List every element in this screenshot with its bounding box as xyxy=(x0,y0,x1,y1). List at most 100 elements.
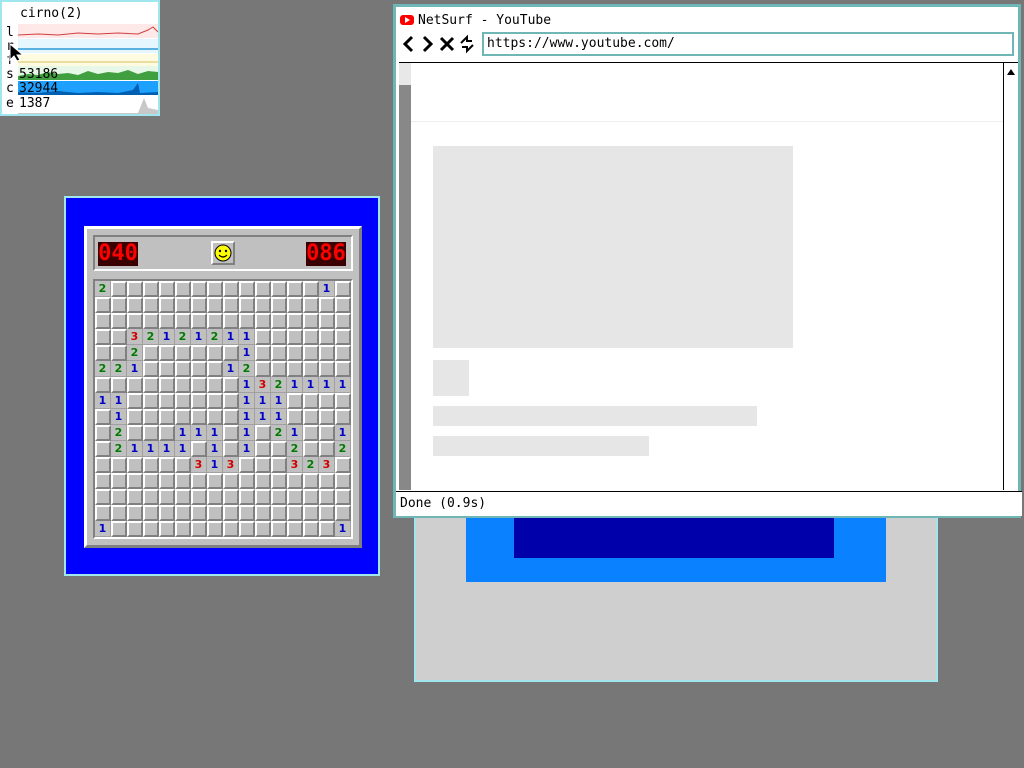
revealed-cell-3[interactable]: 3 xyxy=(319,457,335,473)
revealed-cell-1[interactable]: 1 xyxy=(191,425,207,441)
hidden-cell[interactable] xyxy=(319,489,335,505)
hidden-cell[interactable] xyxy=(287,361,303,377)
hidden-cell[interactable] xyxy=(175,409,191,425)
revealed-cell-2[interactable]: 2 xyxy=(207,329,223,345)
revealed-cell-3[interactable]: 3 xyxy=(287,457,303,473)
revealed-cell-1[interactable]: 1 xyxy=(303,377,319,393)
minefield-grid[interactable]: 2132121211212211213211111111111112111121… xyxy=(93,279,353,539)
hidden-cell[interactable] xyxy=(111,329,127,345)
smiley-reset-button[interactable] xyxy=(211,241,235,265)
hidden-cell[interactable] xyxy=(143,361,159,377)
hidden-cell[interactable] xyxy=(255,345,271,361)
hidden-cell[interactable] xyxy=(255,281,271,297)
hidden-cell[interactable] xyxy=(175,489,191,505)
hidden-cell[interactable] xyxy=(175,345,191,361)
hidden-cell[interactable] xyxy=(303,441,319,457)
hidden-cell[interactable] xyxy=(111,521,127,537)
hidden-cell[interactable] xyxy=(159,313,175,329)
revealed-cell-2[interactable]: 2 xyxy=(95,281,111,297)
hidden-cell[interactable] xyxy=(287,329,303,345)
vertical-scrollbar[interactable] xyxy=(1003,62,1018,490)
back-button[interactable] xyxy=(400,34,418,54)
hidden-cell[interactable] xyxy=(319,521,335,537)
hidden-cell[interactable] xyxy=(271,489,287,505)
hidden-cell[interactable] xyxy=(95,425,111,441)
hidden-cell[interactable] xyxy=(143,409,159,425)
revealed-cell-1[interactable]: 1 xyxy=(271,393,287,409)
hidden-cell[interactable] xyxy=(143,489,159,505)
hidden-cell[interactable] xyxy=(223,425,239,441)
hidden-cell[interactable] xyxy=(111,345,127,361)
hidden-cell[interactable] xyxy=(95,329,111,345)
minesweeper-window[interactable]: 040 086 21321212112122112132111111111111… xyxy=(64,196,380,576)
hidden-cell[interactable] xyxy=(223,281,239,297)
revealed-cell-1[interactable]: 1 xyxy=(175,425,191,441)
revealed-cell-2[interactable]: 2 xyxy=(271,377,287,393)
hidden-cell[interactable] xyxy=(255,297,271,313)
hidden-cell[interactable] xyxy=(95,441,111,457)
hidden-cell[interactable] xyxy=(223,297,239,313)
hidden-cell[interactable] xyxy=(111,505,127,521)
hidden-cell[interactable] xyxy=(191,281,207,297)
revealed-cell-1[interactable]: 1 xyxy=(95,521,111,537)
hidden-cell[interactable] xyxy=(303,313,319,329)
hidden-cell[interactable] xyxy=(175,377,191,393)
hidden-cell[interactable] xyxy=(223,489,239,505)
hidden-cell[interactable] xyxy=(159,377,175,393)
hidden-cell[interactable] xyxy=(207,489,223,505)
revealed-cell-1[interactable]: 1 xyxy=(239,441,255,457)
hidden-cell[interactable] xyxy=(255,521,271,537)
hidden-cell[interactable] xyxy=(95,409,111,425)
page-viewport[interactable] xyxy=(399,62,1006,490)
hidden-cell[interactable] xyxy=(191,393,207,409)
revealed-cell-1[interactable]: 1 xyxy=(111,393,127,409)
hidden-cell[interactable] xyxy=(127,409,143,425)
revealed-cell-1[interactable]: 1 xyxy=(335,377,351,393)
hidden-cell[interactable] xyxy=(159,393,175,409)
hidden-cell[interactable] xyxy=(159,409,175,425)
revealed-cell-1[interactable]: 1 xyxy=(335,425,351,441)
hidden-cell[interactable] xyxy=(239,457,255,473)
hidden-cell[interactable] xyxy=(287,281,303,297)
hidden-cell[interactable] xyxy=(207,345,223,361)
hidden-cell[interactable] xyxy=(319,361,335,377)
hidden-cell[interactable] xyxy=(111,297,127,313)
hidden-cell[interactable] xyxy=(287,521,303,537)
hidden-cell[interactable] xyxy=(319,329,335,345)
revealed-cell-2[interactable]: 2 xyxy=(111,425,127,441)
hidden-cell[interactable] xyxy=(223,313,239,329)
stop-button[interactable] xyxy=(438,34,456,54)
hidden-cell[interactable] xyxy=(239,505,255,521)
hidden-cell[interactable] xyxy=(335,409,351,425)
revealed-cell-1[interactable]: 1 xyxy=(143,441,159,457)
hidden-cell[interactable] xyxy=(175,505,191,521)
hidden-cell[interactable] xyxy=(143,457,159,473)
hidden-cell[interactable] xyxy=(223,441,239,457)
hidden-cell[interactable] xyxy=(95,489,111,505)
hidden-cell[interactable] xyxy=(335,345,351,361)
hidden-cell[interactable] xyxy=(335,361,351,377)
hidden-cell[interactable] xyxy=(159,425,175,441)
hidden-cell[interactable] xyxy=(207,505,223,521)
hidden-cell[interactable] xyxy=(159,297,175,313)
revealed-cell-2[interactable]: 2 xyxy=(95,361,111,377)
hidden-cell[interactable] xyxy=(223,377,239,393)
revealed-cell-3[interactable]: 3 xyxy=(255,377,271,393)
hidden-cell[interactable] xyxy=(111,313,127,329)
hidden-cell[interactable] xyxy=(127,473,143,489)
revealed-cell-1[interactable]: 1 xyxy=(239,329,255,345)
revealed-cell-1[interactable]: 1 xyxy=(175,441,191,457)
hidden-cell[interactable] xyxy=(255,329,271,345)
hidden-cell[interactable] xyxy=(191,473,207,489)
hidden-cell[interactable] xyxy=(335,313,351,329)
hidden-cell[interactable] xyxy=(287,505,303,521)
hidden-cell[interactable] xyxy=(271,457,287,473)
hidden-cell[interactable] xyxy=(159,521,175,537)
hidden-cell[interactable] xyxy=(239,473,255,489)
hidden-cell[interactable] xyxy=(207,281,223,297)
hidden-cell[interactable] xyxy=(175,473,191,489)
revealed-cell-1[interactable]: 1 xyxy=(207,441,223,457)
revealed-cell-1[interactable]: 1 xyxy=(287,377,303,393)
hidden-cell[interactable] xyxy=(127,377,143,393)
hidden-cell[interactable] xyxy=(303,297,319,313)
